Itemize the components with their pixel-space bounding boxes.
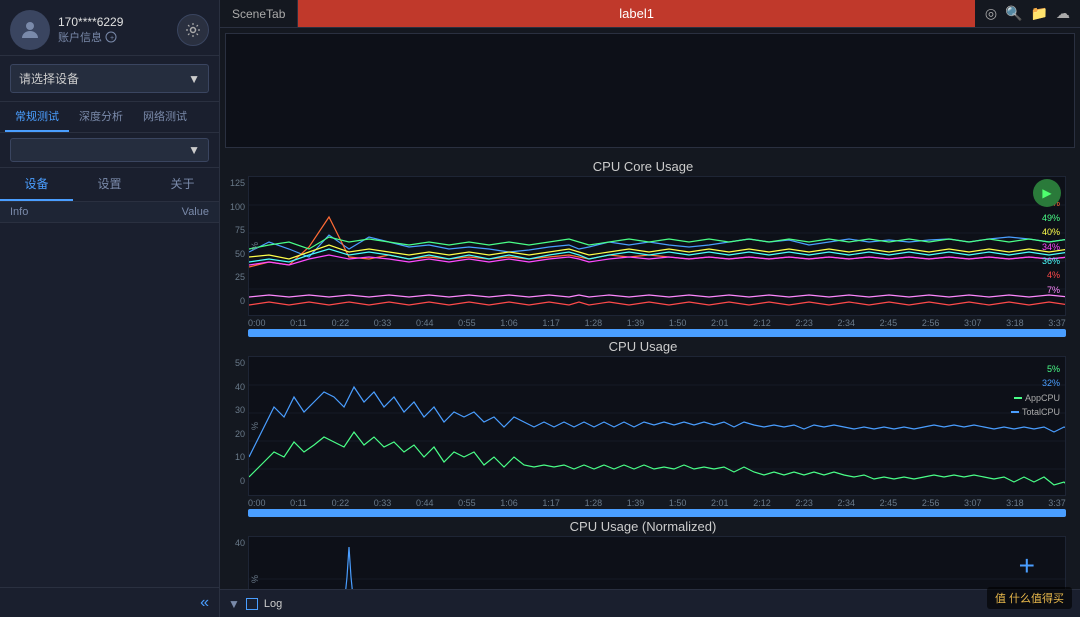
cpu-usage-inner: 5% 32% AppCPU TotalCPU % xyxy=(248,356,1066,496)
device-select[interactable]: 请选择设备 ▼ xyxy=(10,64,209,93)
test-tabs: 常规测试 深度分析 网络测试 xyxy=(0,102,219,133)
nav-tabs: 设备 设置 关于 xyxy=(0,168,219,202)
settings-icon-btn[interactable] xyxy=(177,14,209,46)
sub-select[interactable]: ▼ xyxy=(10,138,209,162)
cpu-core-section: CPU Core Usage 125 100 75 50 25 0 xyxy=(220,153,1066,331)
cpu-core-x-axis: 0:00 0:11 0:22 0:33 0:44 0:55 1:06 1:17 … xyxy=(220,316,1066,328)
cpu-usage-y-unit: % xyxy=(250,422,260,430)
collapse-btn[interactable]: « xyxy=(200,594,209,612)
cloud-icon[interactable]: ☁ xyxy=(1056,5,1070,22)
account-label: 账户信息 + xyxy=(58,29,177,45)
cpu-core-title: CPU Core Usage xyxy=(220,153,1066,176)
info-table-header: Info Value xyxy=(0,202,219,223)
scene-tab-label[interactable]: SceneTab xyxy=(220,0,298,27)
svg-text:+: + xyxy=(110,35,114,42)
down-arrow-icon[interactable]: ▼ xyxy=(228,597,240,611)
preview-area xyxy=(225,33,1075,148)
tab-regular-test[interactable]: 常规测试 xyxy=(5,102,69,132)
tab-settings[interactable]: 设置 xyxy=(73,168,146,201)
cpu-core-chart: 125 100 75 50 25 0 xyxy=(220,176,1066,331)
cpu-usage-section: CPU Usage 50 40 30 20 10 0 xyxy=(220,333,1066,511)
device-select-wrapper: 请选择设备 ▼ xyxy=(0,56,219,102)
folder-icon[interactable]: 📁 xyxy=(1031,5,1048,22)
cpu-usage-legend: 5% 32% AppCPU TotalCPU xyxy=(1011,362,1060,420)
tab-device[interactable]: 设备 xyxy=(0,168,73,201)
cpu-normalized-title: CPU Usage (Normalized) xyxy=(220,513,1066,536)
top-bar-title: label1 xyxy=(298,0,975,27)
cpu-core-inner: 50% 38% 49% 40% 34% 36% 4% 7% % xyxy=(248,176,1066,316)
right-panel: SceneTab label1 ◎ 🔍 📁 ☁ CPU Core Usage 1… xyxy=(220,0,1080,617)
sub-select-wrapper: ▼ xyxy=(0,133,219,168)
cpu-normalized-section: CPU Usage (Normalized) 40 30 % xyxy=(220,513,1066,589)
cpu-usage-chart: 50 40 30 20 10 0 xyxy=(220,356,1066,511)
cpu-usage-title: CPU Usage xyxy=(220,333,1066,356)
col-value-header: Value xyxy=(110,206,210,218)
cpu-core-play-btn[interactable]: ▶ xyxy=(1033,179,1061,207)
bottom-bar: ▼ Log xyxy=(220,589,1080,617)
watermark: 值 什么值得买 xyxy=(987,587,1072,609)
log-checkbox[interactable] xyxy=(246,598,258,610)
tab-deep-analysis[interactable]: 深度分析 xyxy=(69,102,133,132)
cpu-core-y-axis: 125 100 75 50 25 0 xyxy=(220,176,248,306)
chevron-down-icon-sub: ▼ xyxy=(188,143,200,157)
top-bar-icons: ◎ 🔍 📁 ☁ xyxy=(975,5,1080,22)
log-label: Log xyxy=(264,598,282,610)
tab-about[interactable]: 关于 xyxy=(146,168,219,201)
top-bar: SceneTab label1 ◎ 🔍 📁 ☁ xyxy=(220,0,1080,28)
cpu-core-y-unit: % xyxy=(250,242,260,250)
cpu-norm-inner: % xyxy=(248,536,1066,589)
plus-button[interactable]: + xyxy=(1019,550,1035,582)
cpu-usage-y-axis: 50 40 30 20 10 0 xyxy=(220,356,248,486)
left-panel-content xyxy=(0,223,219,587)
avatar xyxy=(10,10,50,50)
cpu-usage-x-axis: 0:00 0:11 0:22 0:33 0:44 0:55 1:06 1:17 … xyxy=(220,496,1066,508)
cpu-normalized-chart: 40 30 % xyxy=(220,536,1066,589)
cpu-norm-y-axis: 40 30 xyxy=(220,536,248,589)
username: 170****6229 xyxy=(58,15,177,29)
tab-network-test[interactable]: 网络测试 xyxy=(133,102,197,132)
left-panel: 170****6229 账户信息 + 请选择设备 ▼ 常规测试 深度分析 网络测… xyxy=(0,0,220,617)
cpu-norm-y-unit: % xyxy=(250,574,260,582)
location-icon[interactable]: ◎ xyxy=(985,5,997,22)
charts-area[interactable]: CPU Core Usage 125 100 75 50 25 0 xyxy=(220,153,1080,589)
user-header: 170****6229 账户信息 + xyxy=(0,0,219,56)
search-icon[interactable]: 🔍 xyxy=(1005,5,1022,22)
chevron-down-icon: ▼ xyxy=(188,72,200,86)
col-info-header: Info xyxy=(10,206,110,218)
user-info: 170****6229 账户信息 + xyxy=(58,15,177,45)
